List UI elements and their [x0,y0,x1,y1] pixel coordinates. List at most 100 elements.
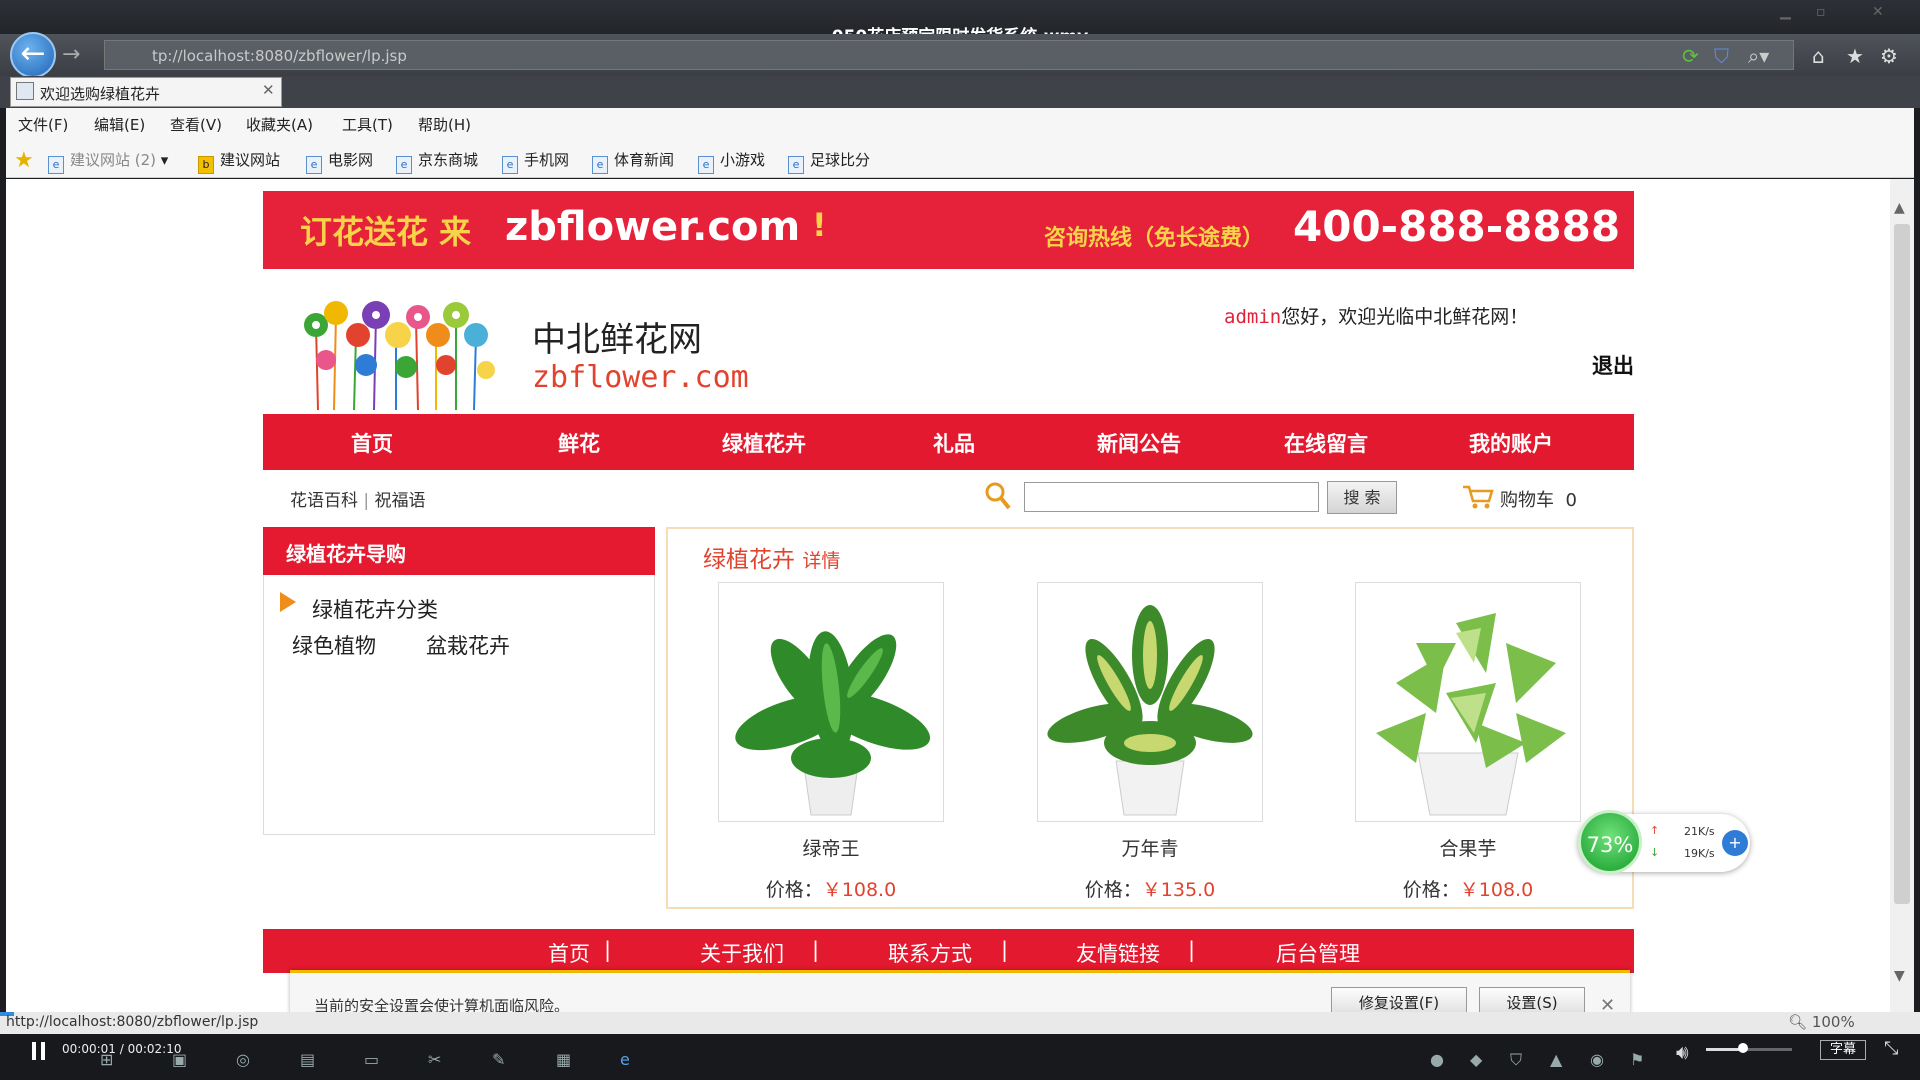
scrollbar-thumb[interactable] [1894,224,1910,904]
favorites-star-icon[interactable]: ★ [1846,44,1864,68]
product-name[interactable]: 绿帝王 [718,834,944,861]
volume-icon[interactable]: 🔊︎ [1676,1040,1689,1064]
nav-green-plants[interactable]: 绿植花卉 [722,428,806,458]
fav-label: 电影网 [328,151,374,169]
taskbar-app-icon[interactable]: ▦ [556,1050,571,1069]
subtitle-button[interactable]: 字幕 [1820,1040,1866,1060]
fav-football[interactable]: e 足球比分 [788,149,870,174]
nav-news[interactable]: 新闻公告 [1097,428,1181,458]
fullscreen-icon[interactable]: ⤡ [1884,1038,1898,1059]
restore-icon[interactable]: ▫ [1816,4,1826,20]
memory-percent[interactable]: 73% [1578,810,1642,874]
nav-account[interactable]: 我的账户 [1469,428,1553,458]
back-arrow-icon[interactable]: ← [10,32,56,78]
sidebar-item-potted-flowers[interactable]: 盆栽花卉 [426,630,510,660]
pause-icon[interactable] [30,1040,48,1062]
menu-file[interactable]: 文件(F) [18,114,68,135]
taskbar-app-icon[interactable]: ◎ [236,1050,250,1069]
menu-edit[interactable]: 编辑(E) [94,114,145,135]
scroll-down-icon[interactable]: ▼ [1894,968,1905,984]
tray-icon[interactable]: ⚑ [1630,1050,1644,1069]
status-url: http://localhost:8080/zbflower/lp.jsp [6,1014,259,1030]
footer-home[interactable]: 首页 [548,938,590,968]
footer-admin[interactable]: 后台管理 [1276,938,1360,968]
fav-suggested-sites[interactable]: b 建议网站 [198,149,280,174]
taskbar-app-icon[interactable]: ✎ [492,1050,505,1069]
taskbar-app-icon[interactable]: ▣ [172,1050,187,1069]
menu-tools[interactable]: 工具(T) [342,114,393,135]
ie-page-icon: e [592,156,608,174]
ie-page-icon: e [306,156,322,174]
zoom-level[interactable]: 🔍︎ 100% [1788,1013,1855,1031]
taskbar-ie-icon[interactable]: e [620,1050,630,1069]
plant-image-icon [1376,613,1566,816]
tray-shield-icon[interactable]: ⛉ [1510,1050,1522,1070]
product-card[interactable] [718,582,944,822]
tab-close-icon[interactable]: ✕ [262,81,275,99]
search-dropdown-icon[interactable]: ⌕▾ [1748,44,1769,68]
site-domain: zbflower.com [532,360,749,395]
content-title: 绿植花卉 详情 [703,540,840,574]
sidebar-title: 绿植花卉导购 [286,542,406,566]
site-name: 中北鲜花网 [532,320,702,360]
nav-home[interactable]: 首页 [351,428,393,458]
start-icon[interactable]: ⊞ [100,1050,113,1069]
banner-exclamation: ! [812,206,827,244]
fav-movie[interactable]: e 电影网 [306,149,373,174]
fav-suggested-sites-dropdown[interactable]: e 建议网站 (2) ▾ [48,149,168,174]
menu-favorites[interactable]: 收藏夹(A) [246,114,313,135]
fav-sports[interactable]: e 体育新闻 [592,149,674,174]
tab-title[interactable]: 欢迎选购绿植花卉 [40,83,160,104]
menu-help[interactable]: 帮助(H) [418,114,471,135]
link-flower-language[interactable]: 花语百科 [290,491,358,511]
cart-icon[interactable] [1462,484,1494,510]
rocket-icon[interactable]: + [1722,830,1748,856]
menu-view[interactable]: 查看(V) [170,114,222,135]
banner-hotline-label: 咨询热线（免长途费） [1044,226,1265,251]
address-url[interactable]: tp://localhost:8080/zbflower/lp.jsp [152,47,407,65]
home-icon[interactable]: ⌂ [1812,44,1825,68]
search-input[interactable] [1024,482,1319,512]
close-window-icon[interactable]: ✕ [1872,4,1884,20]
tray-icon[interactable]: ● [1430,1050,1444,1069]
footer-links[interactable]: 友情链接 [1076,938,1160,968]
minimize-icon[interactable]: ▁ [1780,4,1791,20]
fav-label: 手机网 [524,151,570,169]
gear-icon[interactable]: ⚙ [1880,44,1898,68]
logout-link[interactable]: 退出 [1592,350,1634,380]
taskbar-app-icon[interactable]: ▤ [300,1050,315,1069]
footer-about[interactable]: 关于我们 [700,938,784,968]
fav-games[interactable]: e 小游戏 [698,149,765,174]
nav-gifts[interactable]: 礼品 [933,428,975,458]
tray-icon[interactable]: ▲ [1550,1050,1562,1069]
status-bar [0,1012,1920,1034]
footer-contact[interactable]: 联系方式 [888,938,972,968]
shield-icon[interactable]: ⛉ [1714,44,1729,68]
product-name[interactable]: 万年青 [1037,834,1263,861]
plant-image-icon [1047,605,1253,816]
product-price: 价格：￥135.0 [1037,875,1263,902]
product-name[interactable]: 合果芋 [1355,834,1581,861]
banner-slogan: 订花送花 来 [300,213,472,251]
taskbar-folder-icon[interactable]: ▭ [364,1050,379,1069]
tray-icon[interactable]: ◉ [1590,1050,1604,1069]
search-button[interactable]: 搜 索 [1327,481,1397,514]
nav-flowers[interactable]: 鲜花 [558,428,600,458]
link-blessings[interactable]: 祝福语 [375,491,426,511]
favorites-icon[interactable]: ★ [14,148,34,173]
volume-slider-knob[interactable] [1738,1043,1748,1053]
fav-jd[interactable]: e 京东商城 [396,149,478,174]
footer-separator: | [604,938,612,962]
cart-link[interactable]: 购物车 0 [1500,486,1577,512]
content-title-main: 绿植花卉 [703,547,795,573]
scroll-up-icon[interactable]: ▲ [1894,200,1905,216]
fav-phone[interactable]: e 手机网 [502,149,569,174]
taskbar-app-icon[interactable]: ✂ [428,1050,441,1069]
tray-icon[interactable]: ◆ [1470,1050,1482,1069]
refresh-icon[interactable]: ⟳ [1682,44,1699,68]
product-card[interactable] [1037,582,1263,822]
product-card[interactable] [1355,582,1581,822]
nav-message[interactable]: 在线留言 [1284,428,1368,458]
sidebar-item-green-plants[interactable]: 绿色植物 [292,630,376,660]
forward-arrow-icon[interactable]: → [62,42,80,67]
